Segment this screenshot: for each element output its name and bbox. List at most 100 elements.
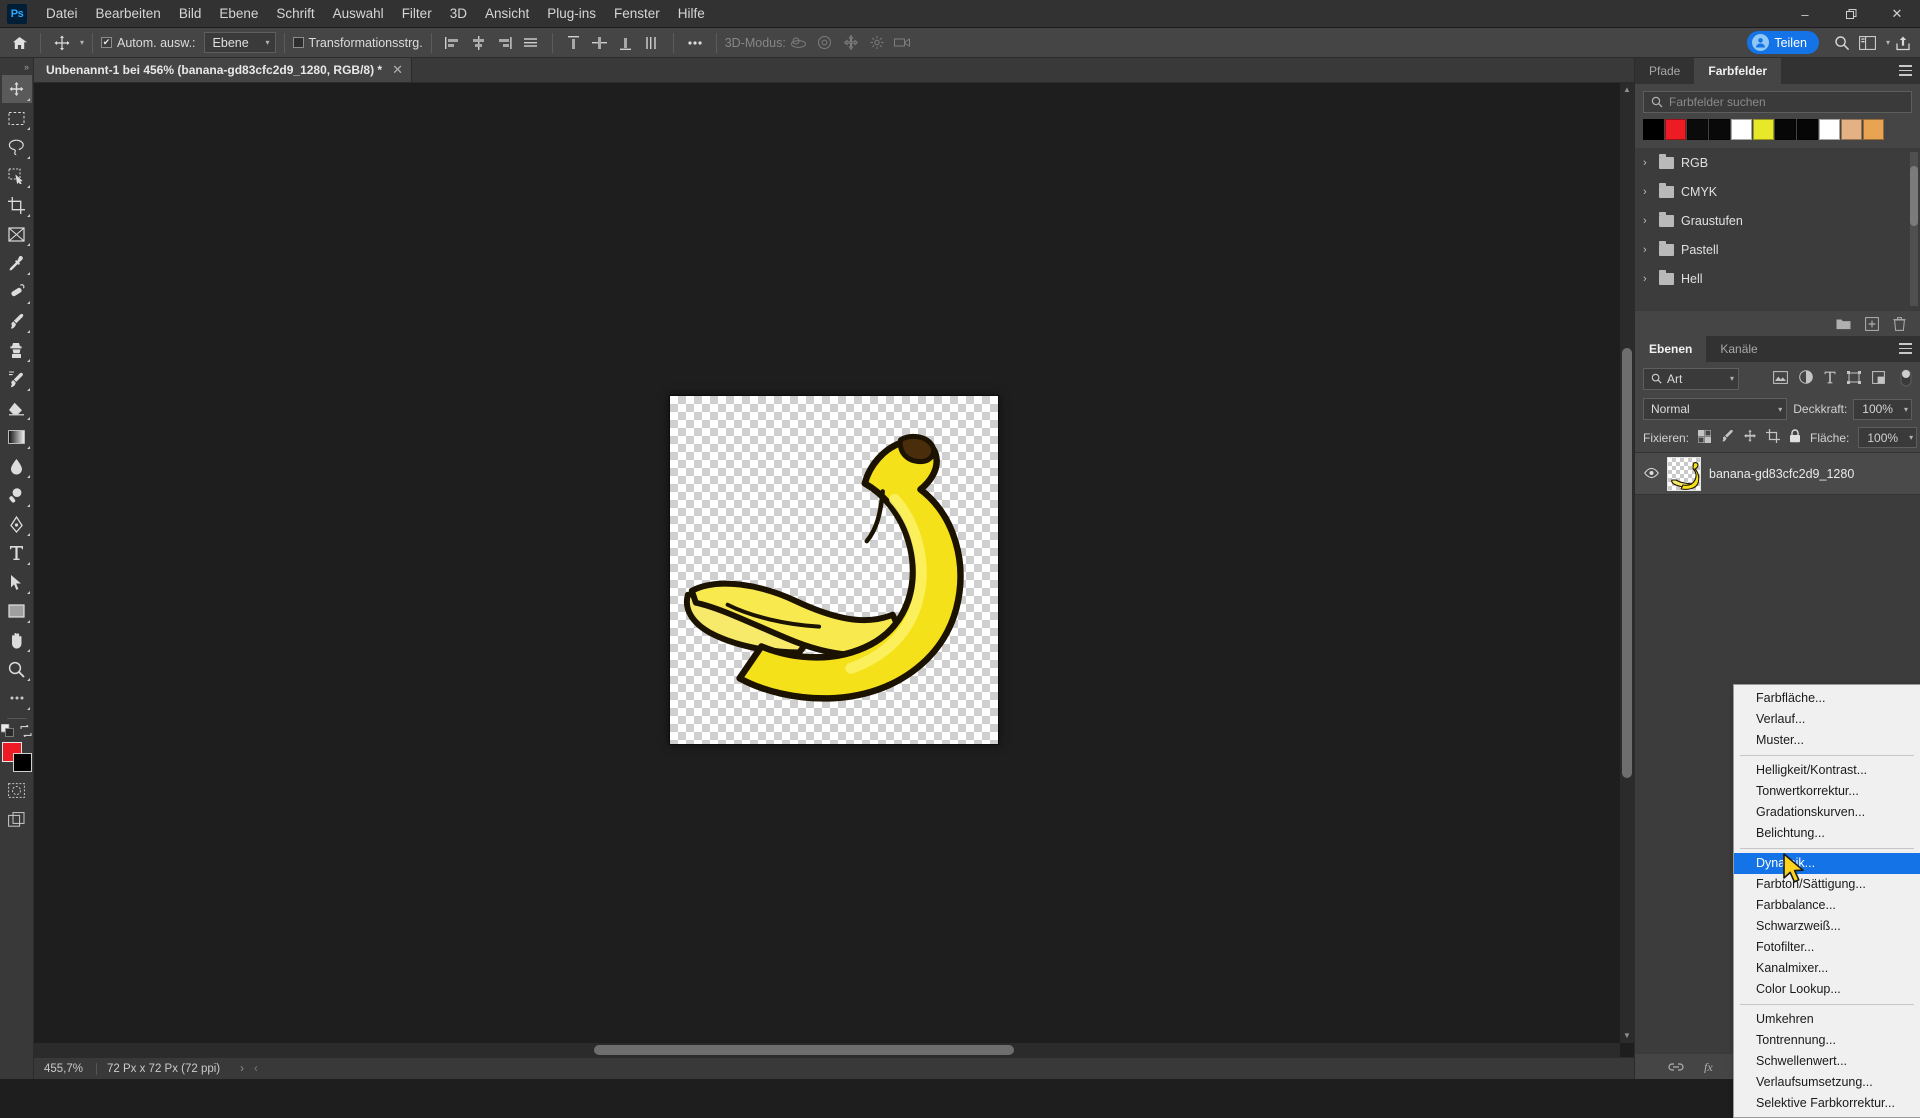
color-swatch[interactable] [1775,119,1796,140]
menu-bild[interactable]: Bild [170,1,211,26]
link-icon[interactable] [1668,1062,1684,1072]
status-expand-arrow[interactable]: › [230,1058,254,1079]
color-swatch[interactable] [1797,119,1818,140]
menu-3d[interactable]: 3D [441,1,476,26]
context-menu-item[interactable]: Color Lookup... [1734,979,1920,1000]
align-top-icon[interactable] [561,32,587,54]
tab-ebenen[interactable]: Ebenen [1635,336,1707,362]
auto-select-checkbox[interactable]: ✔ Autom. ausw.: [101,36,196,50]
status-collapse-arrow[interactable]: ‹ [254,1058,268,1079]
move-tool-icon[interactable] [49,32,75,54]
color-swatch[interactable] [1841,119,1862,140]
tool-crop[interactable] [2,191,32,219]
align-right-icon[interactable] [492,32,518,54]
context-menu-item[interactable]: Muster... [1734,730,1920,751]
panel-menu-icon[interactable] [1899,343,1912,357]
swatch-folder-row[interactable]: › Graustufen [1635,206,1920,235]
context-menu-item[interactable]: Tonwertkorrektur... [1734,781,1920,802]
swatches-scroll-thumb[interactable] [1910,166,1918,226]
ellipsis-icon[interactable] [682,32,708,54]
context-menu-item[interactable]: Gradationskurven... [1734,802,1920,823]
menu-auswahl[interactable]: Auswahl [324,1,393,26]
delete-swatch-icon[interactable] [1893,316,1906,331]
tab-pfade[interactable]: Pfade [1635,58,1694,84]
context-menu-item[interactable]: Belichtung... [1734,823,1920,844]
swap-colors-icon[interactable] [20,724,32,740]
tool-pen[interactable] [2,510,32,538]
layer-name[interactable]: banana-gd83cfc2d9_1280 [1709,467,1854,481]
zoom-level[interactable]: 455,7% [34,1058,96,1079]
tool-eyedropper[interactable] [2,249,32,277]
layer-visibility-icon[interactable] [1643,467,1659,481]
context-menu-item[interactable]: Fotofilter... [1734,937,1920,958]
context-menu-item[interactable]: Kanalmixer... [1734,958,1920,979]
pixel-filter-icon[interactable] [1773,370,1788,387]
context-menu-item[interactable]: Tontrennung... [1734,1030,1920,1051]
document-tab[interactable]: Unbenannt-1 bei 456% (banana-gd83cfc2d9_… [34,57,413,82]
close-icon[interactable]: ✕ [392,62,403,78]
search-icon[interactable] [1829,32,1855,54]
menu-fenster[interactable]: Fenster [605,1,669,26]
tab-kanaele[interactable]: Kanäle [1706,336,1771,362]
tool-eraser[interactable] [2,394,32,422]
chevron-right-icon[interactable]: › [1643,244,1652,256]
canvas[interactable] [669,395,999,745]
color-swatch[interactable] [1863,119,1884,140]
swatch-folder-row[interactable]: › CMYK [1635,177,1920,206]
tool-edit-toolbar[interactable] [2,684,32,712]
default-colors-icon[interactable] [0,723,14,740]
fx-icon[interactable]: fx [1704,1060,1718,1073]
adjustment-filter-icon[interactable] [1799,370,1813,387]
checkbox-box[interactable] [292,37,304,48]
chevron-right-icon[interactable]: › [1643,215,1652,227]
lock-artboard-icon[interactable] [1766,429,1781,446]
tool-move[interactable] [1,75,32,103]
tool-rectangle[interactable] [2,597,32,625]
vertical-scroll-thumb[interactable] [1622,348,1632,778]
align-vertical-center-icon[interactable] [587,32,613,54]
chevron-right-icon[interactable]: › [1643,273,1652,285]
swatches-scrollbar[interactable] [1910,152,1918,306]
tool-hand[interactable] [2,626,32,654]
panel-menu-icon[interactable] [1899,65,1912,79]
tool-type[interactable] [2,539,32,567]
distribute-horizontal-icon[interactable] [518,32,544,54]
swatches-search-input[interactable]: Farbfelder suchen [1643,91,1912,113]
screen-mode-button[interactable] [2,805,32,833]
home-icon[interactable] [6,32,32,54]
color-swatch[interactable] [1665,119,1686,140]
tool-healing-brush[interactable] [2,278,32,306]
color-swatch[interactable] [1753,119,1774,140]
document-dimensions[interactable]: 72 Px x 72 Px (72 ppi) [97,1058,230,1079]
tool-preset-caret-icon[interactable]: ▾ [80,38,84,47]
context-menu-item[interactable]: Umkehren [1734,1009,1920,1030]
tool-quick-selection[interactable] [2,162,32,190]
swatch-folder-row[interactable]: › Hell [1635,264,1920,293]
context-menu-item[interactable]: Selektive Farbkorrektur... [1734,1093,1920,1114]
minimize-button[interactable]: – [1782,0,1828,28]
table-row[interactable]: banana-gd83cfc2d9_1280 [1635,453,1920,495]
opacity-field[interactable]: 100% ▾ [1853,398,1912,420]
layer-thumbnail[interactable] [1667,456,1701,491]
menu-bearbeiten[interactable]: Bearbeiten [87,1,170,26]
blend-mode-dropdown[interactable]: Normal ▾ [1643,398,1788,420]
background-color-swatch[interactable] [12,753,32,772]
align-horizontal-center-icon[interactable] [466,32,492,54]
tool-clone-stamp[interactable] [2,336,32,364]
horizontal-scroll-thumb[interactable] [594,1045,1014,1055]
new-swatch-icon[interactable] [1865,316,1879,331]
lock-image-icon[interactable] [1720,429,1734,446]
context-menu-item[interactable]: Verlaufsumsetzung... [1734,1072,1920,1093]
auto-select-scope-dropdown[interactable]: Ebene ▾ [203,32,276,53]
menu-filter[interactable]: Filter [393,1,441,26]
workspace-icon[interactable] [1855,32,1881,54]
layer-filter-toggle[interactable] [1900,367,1912,390]
color-swatches[interactable] [1,742,32,772]
context-menu-item[interactable]: Schwarzweiß... [1734,916,1920,937]
lock-position-icon[interactable] [1743,429,1757,446]
maximize-button[interactable] [1828,0,1874,28]
canvas-horizontal-scrollbar[interactable] [34,1043,1620,1057]
color-swatch[interactable] [1709,119,1730,140]
tool-path-selection[interactable] [2,568,32,596]
smart-object-filter-icon[interactable] [1872,370,1885,387]
